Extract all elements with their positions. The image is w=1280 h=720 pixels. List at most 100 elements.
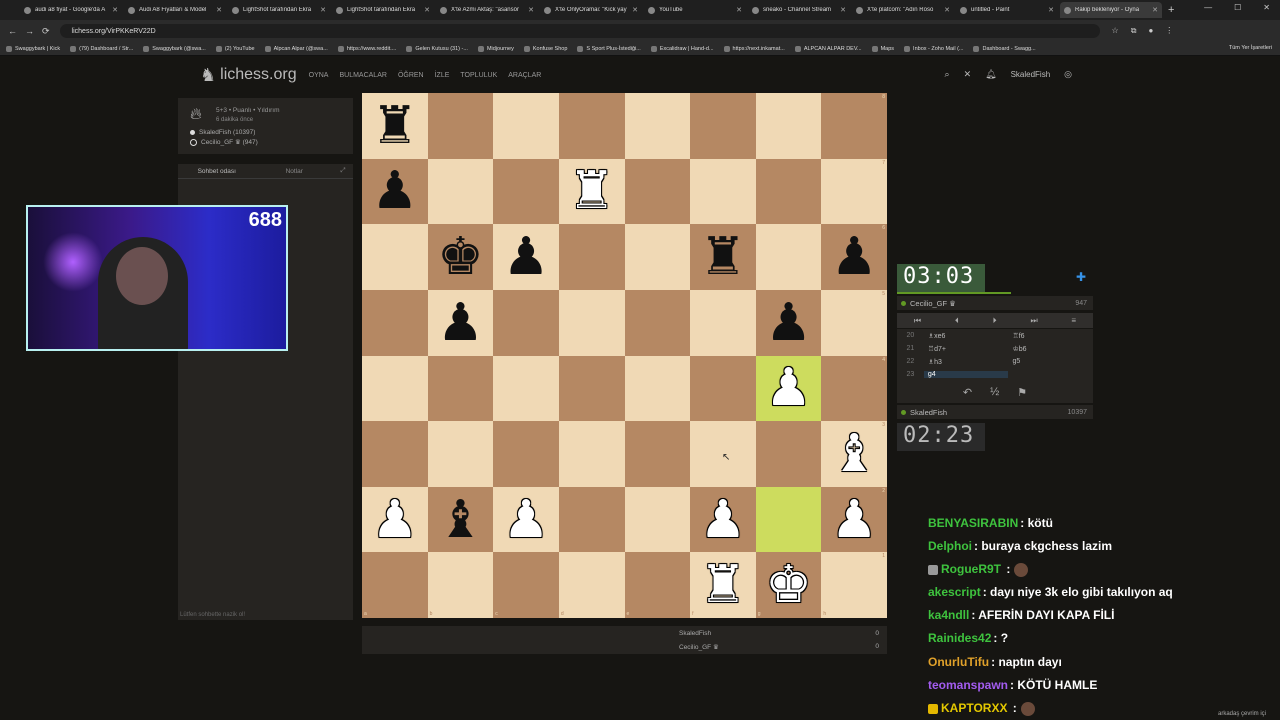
black-pawn-icon[interactable]: ♟ [765,297,812,349]
square-a1[interactable]: a [362,552,428,618]
bookmark-item[interactable]: Maps [871,45,894,52]
close-icon[interactable]: ✕ [1263,3,1270,12]
bookmark-item[interactable]: Alpcan Alpar (@swa... [264,45,328,52]
square-h1[interactable]: h1 [821,552,887,618]
all-bookmarks[interactable]: Tüm Yer İşaretleri [1229,45,1272,51]
browser-tab[interactable]: X'te OnlyOramai: "Kick yay ✕ [540,2,642,18]
browser-tab[interactable]: Rakip bekleniyor - Oyna ✕ [1060,2,1162,18]
menu-item[interactable]: ÖĞREN [398,72,424,79]
bookmark-item[interactable]: Swaggybark (@swa... [143,45,206,52]
chat-username[interactable]: teomanspawn [928,678,1008,692]
black-pawn-icon[interactable]: ♟ [372,165,419,217]
square-b2[interactable]: ♝ [427,486,494,553]
square-g4[interactable]: ♟ [755,355,822,422]
square-e1[interactable]: e [624,552,691,618]
white-move[interactable]: ♗xe6 [924,332,1009,340]
square-c6[interactable]: ♟ [493,224,559,290]
square-e8[interactable] [624,93,691,159]
square-g2[interactable] [755,486,822,553]
square-c5[interactable] [493,289,559,356]
white-player[interactable]: SkaledFish (10397) [190,129,255,136]
black-king-icon[interactable]: ♚ [437,231,484,283]
square-g8[interactable] [755,93,822,159]
back-icon[interactable]: ← [8,26,17,36]
black-bishop-icon[interactable]: ♝ [437,494,484,546]
square-d7[interactable]: ♜ [558,158,625,225]
chat-username[interactable]: KAPTORXX [941,701,1007,715]
black-pawn-icon[interactable]: ♟ [503,231,550,283]
menu-item[interactable]: OYNA [309,72,329,79]
chess-board[interactable]: ♜ 8 ♟ ♜ 7 ♚ ♟ ♜ ♟ 6 ♟ ♟ 5 ♟ 4 ♝ 3 ♟ ♝ ♟ ♟ ♟ 2 a b c d e ♜ f ♚ g h 1 [362,93,887,618]
black-move[interactable]: ♔b6 [1008,345,1093,353]
square-e6[interactable] [624,224,691,290]
square-d8[interactable] [558,93,625,159]
square-a5[interactable] [362,289,428,356]
square-f5[interactable] [690,289,756,356]
square-d4[interactable] [558,355,625,422]
black-pawn-icon[interactable]: ♟ [831,231,878,283]
opponent-player-row[interactable]: Cecilio_GF ♛ 947 [897,296,1093,310]
white-bishop-icon[interactable]: ♝ [831,428,878,480]
tab-close-icon[interactable]: ✕ [424,6,430,14]
bookmark-item[interactable]: Excalidraw | Hand-d... [650,45,714,52]
square-h5[interactable]: 5 [821,289,887,356]
square-b8[interactable] [427,93,494,159]
menu-item[interactable]: BULMACALAR [339,72,386,79]
chat-username[interactable]: OnurluTifu [928,655,989,669]
square-a6[interactable] [362,224,428,290]
add-time-icon[interactable]: ✚ [1076,270,1086,284]
tab-close-icon[interactable]: ✕ [216,6,222,14]
tab-close-icon[interactable]: ✕ [632,6,638,14]
tab-close-icon[interactable]: ✕ [528,6,534,14]
forward-icon[interactable]: → [25,26,34,36]
chat-username[interactable]: RogueR9T [941,562,1001,576]
white-pawn-icon[interactable]: ♟ [372,494,419,546]
white-move[interactable]: ♖d7+ [924,345,1009,353]
friends-online[interactable]: arkadaş çevrim içi [1218,711,1266,717]
square-b5[interactable]: ♟ [427,289,494,356]
chat-username[interactable]: ka4ndll [928,608,969,622]
first-move-icon[interactable]: ⏮ [914,316,921,326]
bookmark-item[interactable]: Gelen Kutusu (31) -... [406,45,468,52]
tab-close-icon[interactable]: ✕ [1152,6,1158,14]
square-b4[interactable] [427,355,494,422]
bookmark-item[interactable]: Midjourney [477,45,514,52]
square-e2[interactable] [624,486,691,553]
square-d5[interactable] [558,289,625,356]
bookmark-item[interactable]: Inbox - Zoho Mail (... [904,45,963,52]
menu-item[interactable]: TOPLULUK [460,72,497,79]
browser-tab[interactable]: LightShot tarafından Ekra ✕ [228,2,330,18]
black-rook-icon[interactable]: ♜ [700,231,747,283]
browser-tab[interactable]: audi a8 fiyat - Google'da A ✕ [20,2,122,18]
square-f1[interactable]: ♜ f [690,552,756,618]
square-d2[interactable] [558,486,625,553]
next-move-icon[interactable]: ⏵ [993,316,997,326]
tab-chat[interactable]: Sohbet odası [178,168,256,175]
tab-close-icon[interactable]: ✕ [944,6,950,14]
square-d3[interactable] [558,421,625,487]
bookmark-item[interactable]: (2) YouTube [215,45,255,52]
chat-toggle-icon[interactable]: ⤢ [333,167,353,175]
square-g6[interactable] [755,224,822,290]
tab-close-icon[interactable]: ✕ [736,6,742,14]
square-h3[interactable]: ♝ 3 [821,421,887,487]
square-g3[interactable] [755,421,822,487]
white-pawn-icon[interactable]: ♟ [765,362,812,414]
white-move[interactable]: ♗h3 [924,358,1009,366]
square-b1[interactable]: b [427,552,494,618]
white-pawn-icon[interactable]: ♟ [700,494,747,546]
square-f2[interactable]: ♟ [690,486,756,553]
menu-item[interactable]: ARAÇLAR [508,72,541,79]
square-g7[interactable] [755,158,822,225]
square-d1[interactable]: d [558,552,625,618]
tab-close-icon[interactable]: ✕ [1048,6,1054,14]
black-move[interactable]: g5 [1008,358,1093,365]
square-b6[interactable]: ♚ [427,224,494,290]
square-b7[interactable] [427,158,494,225]
browser-tab[interactable]: LightShot tarafından Ekra ✕ [332,2,434,18]
prev-move-icon[interactable]: ⏴ [955,316,959,326]
menu-icon[interactable]: ⋮ [1165,26,1173,36]
white-rook-icon[interactable]: ♜ [568,165,615,217]
bookmark-item[interactable]: (79) Dashboard / Str... [70,45,133,52]
bookmark-item[interactable]: https://www.reddit.... [337,45,396,52]
